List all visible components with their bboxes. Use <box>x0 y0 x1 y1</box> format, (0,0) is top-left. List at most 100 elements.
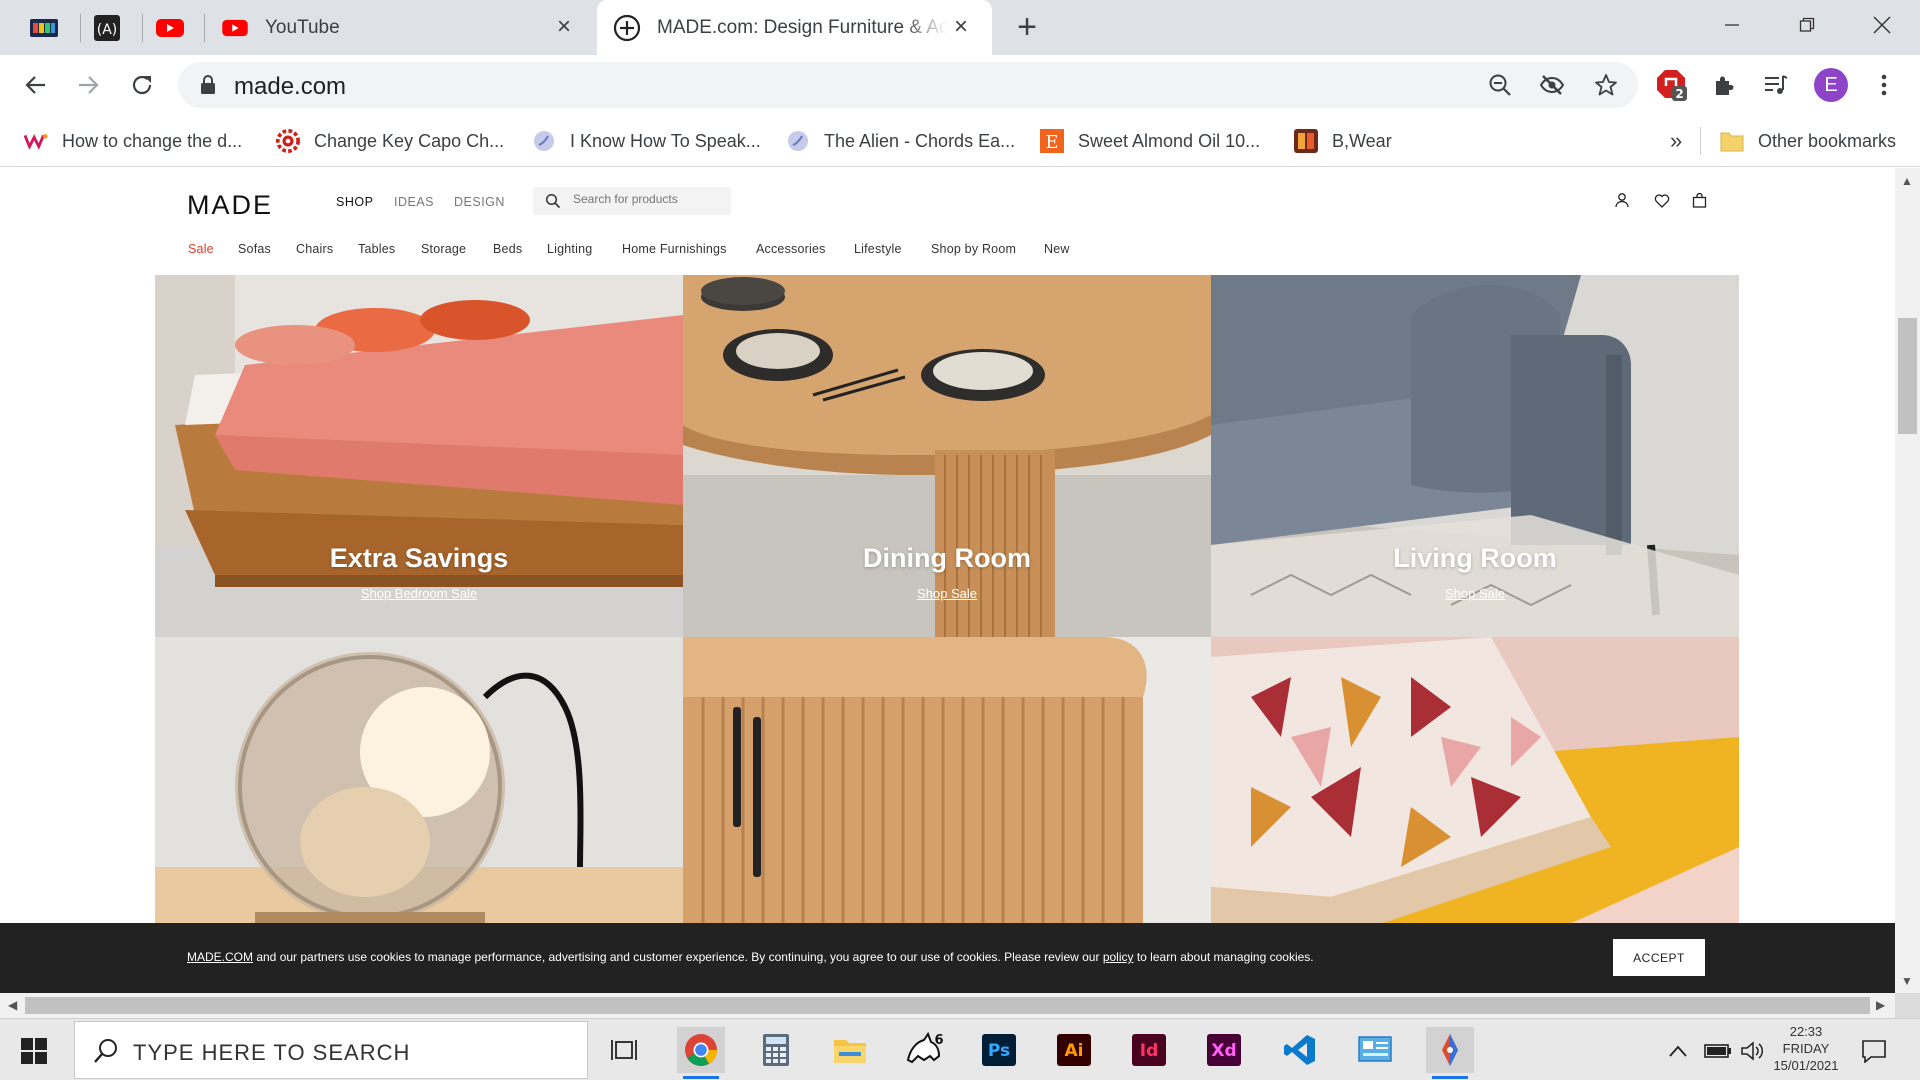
tracking-blocked-button[interactable] <box>1536 69 1568 101</box>
horizontal-scroll-thumb[interactable] <box>25 997 1870 1014</box>
sideboard-photo <box>683 637 1211 937</box>
category-lighting[interactable]: Lighting <box>547 242 592 256</box>
taskbar-calculator[interactable] <box>752 1027 800 1073</box>
indesign-icon: Id <box>1132 1034 1166 1066</box>
battery-status[interactable] <box>1702 1037 1734 1065</box>
address-bar[interactable]: made.com <box>178 62 1638 108</box>
promo-tile-living[interactable]: Living Room Shop Sale <box>1211 275 1739 637</box>
restore-button[interactable] <box>1787 8 1827 42</box>
taskbar-rhino[interactable]: 6 <box>901 1027 949 1073</box>
category-storage[interactable]: Storage <box>421 242 466 256</box>
search-input[interactable] <box>573 192 723 206</box>
playlist-music-icon <box>1765 75 1788 94</box>
taskbar-illustrator[interactable]: Ai <box>1050 1027 1098 1073</box>
close-tab-icon[interactable]: × <box>551 14 577 40</box>
taskbar-indesign[interactable]: Id <box>1125 1027 1173 1073</box>
bookmark-label: Other bookmarks <box>1758 130 1897 151</box>
taskbar-photoshop[interactable]: Ps <box>975 1027 1023 1073</box>
bookmark-item[interactable]: B,Wear <box>1294 125 1392 157</box>
user-icon <box>1615 193 1629 208</box>
task-view-button[interactable] <box>600 1027 648 1073</box>
tile-link[interactable]: Shop Sale <box>683 586 1211 601</box>
nav-design[interactable]: DESIGN <box>454 195 505 209</box>
taskbar-vscode[interactable] <box>1276 1027 1324 1073</box>
promo-tile-storage[interactable] <box>683 637 1211 937</box>
taskbar-control-panel[interactable] <box>1351 1027 1399 1073</box>
product-search[interactable] <box>533 187 731 215</box>
bookmark-star-button[interactable] <box>1590 69 1622 101</box>
vertical-scroll-thumb[interactable] <box>1898 318 1917 434</box>
extensions-button[interactable] <box>1706 67 1742 103</box>
profile-avatar-button[interactable]: E <box>1814 68 1848 102</box>
promo-tile-accessories[interactable] <box>1211 637 1739 937</box>
category-home-furnishings[interactable]: Home Furnishings <box>622 242 727 256</box>
accept-cookies-button[interactable]: ACCEPT <box>1613 939 1705 976</box>
promo-tile-dining[interactable]: Dining Room Shop Sale <box>683 275 1211 637</box>
promo-tile-lighting[interactable] <box>155 637 683 937</box>
category-chairs[interactable]: Chairs <box>296 242 333 256</box>
category-shop-by-room[interactable]: Shop by Room <box>931 242 1016 256</box>
nav-shop[interactable]: SHOP <box>336 195 373 209</box>
scroll-right-icon[interactable]: ▶ <box>1876 998 1885 1012</box>
pinned-tab-2[interactable]: (A) <box>75 8 139 48</box>
vscode-icon <box>1284 1035 1315 1065</box>
category-beds[interactable]: Beds <box>493 242 522 256</box>
close-window-button[interactable] <box>1862 8 1902 42</box>
tile-link[interactable]: Shop Sale <box>1211 586 1739 601</box>
bookmark-item[interactable]: Change Key Capo Ch... <box>276 125 504 157</box>
adblock-extension-button[interactable]: 2 <box>1654 67 1690 103</box>
reload-button[interactable] <box>122 65 162 105</box>
taskbar-xd[interactable]: Xd <box>1200 1027 1248 1073</box>
bookmark-item[interactable]: E Sweet Almond Oil 10... <box>1040 125 1260 157</box>
tab-made[interactable]: MADE.com: Design Furniture & Accessories… <box>597 0 992 55</box>
forward-button[interactable] <box>68 65 108 105</box>
bookmarks-overflow-button[interactable]: » <box>1670 125 1682 157</box>
search-icon <box>94 1039 117 1063</box>
category-sofas[interactable]: Sofas <box>238 242 271 256</box>
policy-link[interactable]: policy <box>1103 950 1134 964</box>
new-tab-button[interactable]: + <box>1010 10 1044 46</box>
scroll-left-icon[interactable]: ◀ <box>8 998 17 1012</box>
minimize-button[interactable] <box>1712 8 1752 42</box>
tab-youtube[interactable]: YouTube × <box>205 0 595 55</box>
category-new[interactable]: New <box>1044 242 1070 256</box>
start-button[interactable] <box>14 1033 54 1069</box>
scroll-up-icon[interactable]: ▲ <box>1901 174 1913 188</box>
basket-button[interactable] <box>1689 190 1709 210</box>
taskbar-chrome[interactable] <box>677 1027 725 1079</box>
category-accessories[interactable]: Accessories <box>756 242 826 256</box>
pinned-tab-youtube[interactable] <box>138 8 202 48</box>
promo-tile-bedroom[interactable]: Extra Savings Shop Bedroom Sale <box>155 275 683 637</box>
category-tables[interactable]: Tables <box>358 242 395 256</box>
bookmark-item[interactable]: The Alien - Chords Ea... <box>786 125 1015 157</box>
back-button[interactable] <box>16 65 56 105</box>
bookmark-item[interactable]: How to change the d... <box>24 125 242 157</box>
nav-ideas[interactable]: IDEAS <box>394 195 434 209</box>
show-hidden-icons-button[interactable] <box>1666 1037 1690 1065</box>
taskbar-pen-app[interactable] <box>1426 1027 1474 1079</box>
vertical-scrollbar[interactable]: ▲ ▼ <box>1895 168 1920 993</box>
action-center-button[interactable] <box>1856 1037 1892 1065</box>
account-button[interactable] <box>1612 190 1632 210</box>
made-com-link[interactable]: MADE.COM <box>187 950 253 964</box>
bookmark-item[interactable]: I Know How To Speak... <box>532 125 761 157</box>
other-bookmarks-item[interactable]: Other bookmarks <box>1720 125 1896 157</box>
horizontal-scrollbar[interactable]: ◀ ▶ <box>0 993 1895 1018</box>
taskbar-file-explorer[interactable] <box>826 1027 874 1073</box>
windows-logo-icon <box>21 1038 47 1064</box>
close-tab-icon[interactable]: × <box>948 14 974 40</box>
scroll-down-icon[interactable]: ▼ <box>1901 974 1913 988</box>
url-text[interactable]: made.com <box>234 73 346 101</box>
category-sale[interactable]: Sale <box>188 242 214 256</box>
system-clock[interactable]: 22:33 FRIDAY 15/01/2021 <box>1768 1023 1844 1074</box>
volume-control[interactable] <box>1738 1037 1766 1065</box>
browser-menu-button[interactable] <box>1866 67 1902 103</box>
tile-link[interactable]: Shop Bedroom Sale <box>155 586 683 601</box>
category-lifestyle[interactable]: Lifestyle <box>854 242 902 256</box>
taskbar-search[interactable]: TYPE HERE TO SEARCH <box>74 1021 588 1079</box>
media-controls-button[interactable] <box>1758 67 1794 103</box>
zoom-out-button[interactable] <box>1484 69 1516 101</box>
wishlist-button[interactable] <box>1652 190 1672 210</box>
made-logo[interactable]: MADE <box>187 190 273 221</box>
pinned-tab-1[interactable] <box>12 8 76 48</box>
